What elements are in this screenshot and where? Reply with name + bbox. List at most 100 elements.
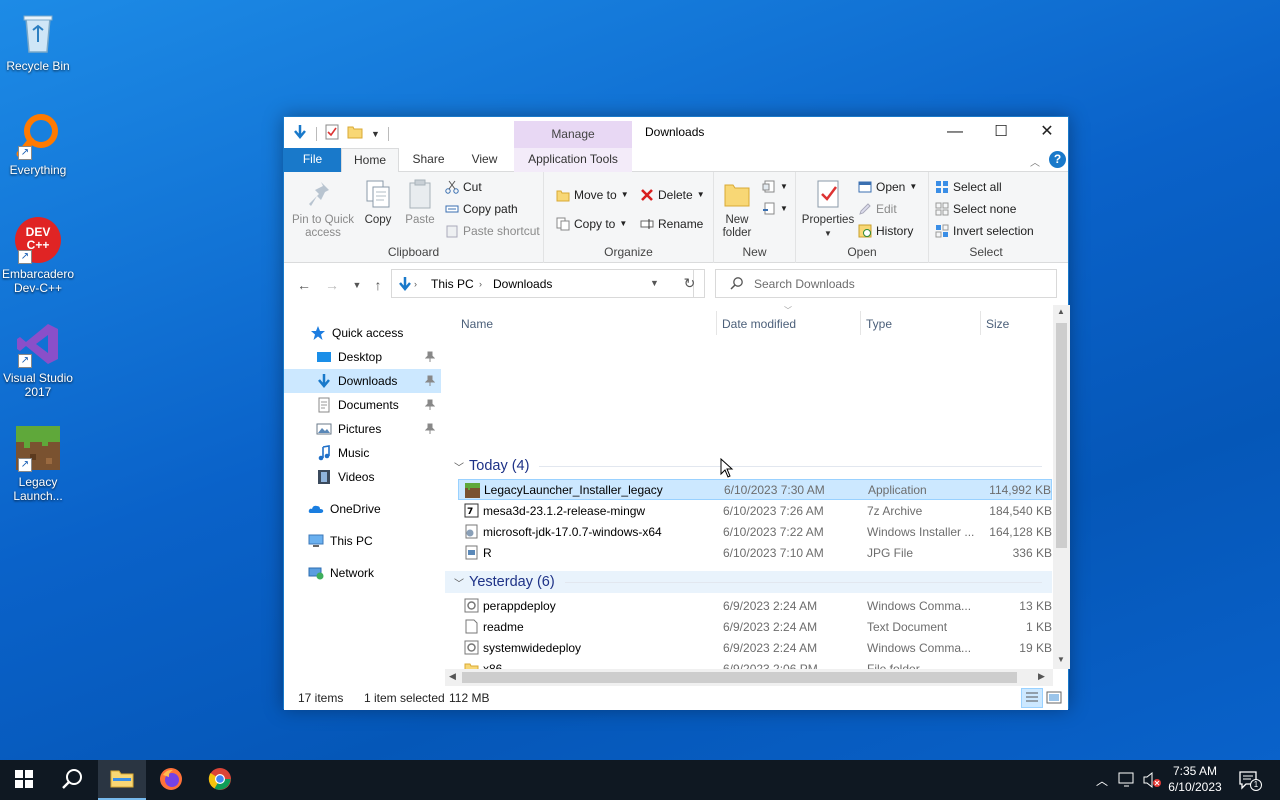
new-item-button[interactable]: ▼ (762, 177, 788, 197)
tab-view[interactable]: View (457, 148, 512, 172)
nav-onedrive[interactable]: OneDrive (284, 497, 441, 521)
forward-arrow-icon[interactable]: → (322, 275, 342, 295)
minimize-button[interactable]: — (932, 117, 978, 147)
file-row[interactable]: LegacyLauncher_Installer_legacy 6/10/2023… (458, 479, 1052, 500)
column-header-date[interactable]: Date modified (722, 317, 796, 331)
group-header[interactable]: ﹀ Yesterday (6) (445, 571, 1052, 593)
invert-selection-button[interactable]: Invert selection (935, 221, 1034, 241)
show-hidden-icons-icon[interactable]: ︿ (1096, 772, 1108, 789)
ribbon-collapse-icon[interactable]: ︿ (1030, 154, 1040, 169)
select-all-button[interactable]: Select all (935, 177, 1002, 197)
down-arrow-icon[interactable] (292, 124, 308, 143)
nav-desktop[interactable]: Desktop (284, 345, 441, 369)
taskbar-search-button[interactable] (48, 760, 96, 800)
group-organize: Move to ▼ Copy to ▼ Delete ▼ Rename Orga… (544, 172, 714, 263)
nav-documents[interactable]: Documents (284, 393, 441, 417)
nav-downloads[interactable]: Downloads (284, 369, 441, 393)
edit-button[interactable]: Edit (858, 199, 897, 219)
volume-muted-icon[interactable] (1142, 771, 1162, 792)
tab-file[interactable]: File (284, 148, 341, 172)
group-header[interactable]: ﹀ Today (4) (445, 455, 1052, 477)
address-bar[interactable]: › This PC › Downloads ▼ (391, 269, 694, 298)
move-to-button[interactable]: Move to ▼ (556, 185, 629, 205)
properties-check-icon[interactable] (325, 124, 339, 143)
scrollbar-thumb[interactable] (1056, 323, 1067, 548)
breadcrumb-this-pc[interactable]: This PC (431, 277, 474, 291)
vertical-scrollbar[interactable]: ▲ ▼ (1053, 305, 1070, 669)
recent-locations-icon[interactable]: ▼ (347, 275, 367, 295)
tab-home[interactable]: Home (341, 148, 399, 173)
nav-network[interactable]: Network (284, 561, 441, 585)
large-icons-view-icon[interactable] (1046, 690, 1062, 709)
start-button[interactable] (0, 760, 48, 800)
shortcut-arrow-icon: ↗ (18, 146, 32, 160)
toolbar-separator (387, 126, 389, 141)
scroll-up-icon[interactable]: ▲ (1057, 307, 1065, 316)
paste-button[interactable]: Paste (400, 178, 440, 227)
file-row[interactable]: 7 mesa3d-23.1.2-release-mingw 6/10/2023 7:… (458, 500, 1052, 521)
column-header-size[interactable]: Size (986, 317, 1009, 331)
easy-access-button[interactable]: ▼ (762, 199, 788, 219)
nav-quick-access[interactable]: Quick access (284, 321, 441, 345)
copy-button[interactable]: Copy (358, 178, 398, 227)
new-folder-icon[interactable] (347, 124, 363, 143)
column-header-name[interactable]: Name (461, 317, 493, 331)
taskbar-file-explorer[interactable] (98, 760, 146, 800)
nav-this-pc[interactable]: This PC (284, 529, 441, 553)
group-label-clipboard: Clipboard (387, 245, 440, 259)
search-box[interactable] (715, 269, 1057, 298)
tab-application-tools[interactable]: Application Tools (514, 148, 632, 172)
back-arrow-icon[interactable]: ← (294, 275, 314, 295)
tab-manage[interactable]: Manage (514, 121, 632, 148)
help-icon[interactable]: ? (1049, 151, 1066, 168)
scroll-right-icon[interactable]: ▶ (1038, 671, 1045, 682)
taskbar-chrome[interactable] (196, 760, 244, 800)
desktop-icon-visual-studio[interactable]: ↗ Visual Studio 2017 (0, 320, 76, 399)
action-center-icon[interactable]: 1 (1238, 770, 1262, 793)
select-none-button[interactable]: Select none (935, 199, 1016, 219)
desktop-icon-devcpp[interactable]: DEV C++ ↗ Embarcadero Dev-C++ (0, 216, 76, 295)
file-row[interactable]: systemwidedeploy 6/9/2023 2:24 AM Windows … (458, 637, 1052, 658)
properties-button[interactable]: Properties ▼ (800, 178, 856, 240)
search-input[interactable] (754, 274, 1044, 294)
file-row[interactable]: readme 6/9/2023 2:24 AM Text Document 1 KB (458, 616, 1052, 637)
tab-share[interactable]: Share (401, 148, 456, 172)
open-button[interactable]: Open ▼ (858, 177, 917, 197)
file-row[interactable]: perappdeploy 6/9/2023 2:24 AM Windows Comm… (458, 595, 1052, 616)
details-view-icon[interactable] (1021, 688, 1043, 708)
column-header-type[interactable]: Type (866, 317, 892, 331)
maximize-button[interactable]: ☐ (978, 117, 1024, 147)
desktop-icon-everything[interactable]: ↗ Everything (0, 112, 76, 177)
paste-shortcut-button[interactable]: Paste shortcut (445, 221, 540, 241)
scrollbar-thumb[interactable] (462, 672, 1017, 683)
network-status-icon[interactable] (1118, 771, 1136, 792)
breadcrumb-downloads[interactable]: Downloads (493, 277, 552, 291)
delete-button[interactable]: Delete ▼ (640, 185, 705, 205)
new-folder-button[interactable]: New folder (718, 178, 756, 240)
taskbar-firefox[interactable] (147, 760, 195, 800)
rename-button[interactable]: Rename (640, 214, 703, 234)
desktop-icon-legacy-launcher[interactable]: ↗ Legacy Launch... (0, 424, 76, 503)
customize-dropdown-icon[interactable]: ▼ (371, 129, 380, 139)
desktop-icon-recycle-bin[interactable]: Recycle Bin (0, 8, 76, 73)
taskbar-clock[interactable]: 7:35 AM 6/10/2023 (1160, 763, 1230, 795)
scroll-down-icon[interactable]: ▼ (1057, 655, 1065, 664)
up-arrow-icon[interactable]: ↑ (368, 275, 388, 295)
history-button[interactable]: History (858, 221, 913, 241)
horizontal-scrollbar[interactable]: ◀ ▶ (445, 669, 1053, 686)
refresh-button[interactable]: ↻ (675, 269, 705, 298)
file-row[interactable]: R 6/10/2023 7:10 AM JPG File 336 KB (458, 542, 1052, 563)
file-row[interactable]: microsoft-jdk-17.0.7-windows-x64 6/10/202… (458, 521, 1052, 542)
nav-videos[interactable]: Videos (284, 465, 441, 489)
copy-path-button[interactable]: Copy path (445, 199, 518, 219)
scroll-left-icon[interactable]: ◀ (449, 671, 456, 682)
pin-quick-access-button[interactable]: Pin to Quick access (290, 178, 356, 240)
network-icon (308, 565, 324, 581)
nav-music[interactable]: Music (284, 441, 441, 465)
cut-button[interactable]: Cut (445, 177, 482, 197)
nav-pictures[interactable]: Pictures (284, 417, 441, 441)
copy-to-button[interactable]: Copy to ▼ (556, 214, 627, 234)
close-button[interactable]: ✕ (1024, 117, 1070, 147)
dropdown-arrow-icon: ▼ (824, 229, 832, 238)
address-dropdown-icon[interactable]: ▼ (650, 278, 659, 288)
